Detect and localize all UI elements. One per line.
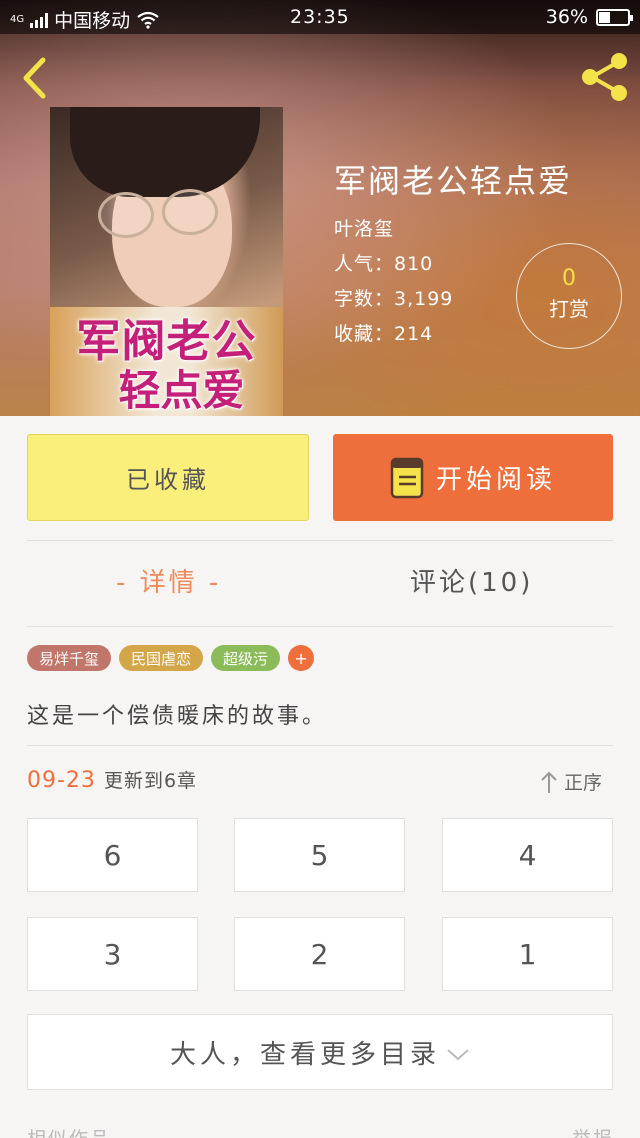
add-tag-button[interactable]: + — [288, 645, 315, 671]
clock: 23:35 — [290, 6, 350, 28]
share-button[interactable] — [578, 52, 630, 102]
tip-label: 打赏 — [549, 297, 589, 321]
tag-1[interactable]: 民国虐恋 — [119, 645, 204, 671]
divider — [27, 745, 613, 746]
tab-comments[interactable]: 评论(10) — [410, 562, 533, 599]
book-author[interactable]: 叶洛玺 — [334, 214, 572, 249]
sort-toggle[interactable]: 正序 — [540, 768, 602, 795]
divider — [27, 626, 613, 627]
update-info: 09-23 更新到6章 — [27, 766, 197, 793]
wifi-icon — [137, 11, 159, 29]
sort-label: 正序 — [564, 772, 603, 794]
share-icon — [582, 53, 627, 101]
report-link[interactable]: 举报 — [572, 1124, 614, 1138]
battery-percent: 36% — [545, 6, 588, 28]
start-reading-button[interactable]: 开始阅读 — [333, 434, 613, 521]
chapter-button[interactable]: 4 — [442, 818, 613, 892]
tab-details[interactable]: - 详情 - — [116, 562, 221, 599]
chevron-left-icon — [23, 57, 46, 99]
more-chapters-label: 大人，查看更多目录 — [169, 1039, 440, 1070]
divider — [27, 540, 613, 541]
chapter-button[interactable]: 1 — [442, 917, 613, 991]
chapter-button[interactable]: 6 — [27, 818, 198, 892]
arrow-up-icon — [541, 771, 557, 793]
start-reading-label: 开始阅读 — [435, 465, 556, 495]
more-chapters-button[interactable]: 大人，查看更多目录 — [27, 1014, 613, 1090]
collect-label: 已收藏 — [126, 466, 210, 494]
book-header: 4G 中国移动 23:35 36% 军阀老公 轻点爱 军阀老公轻点爱 叶洛玺 人… — [0, 0, 640, 416]
tag-0[interactable]: 易烊千玺 — [27, 645, 112, 671]
book-title: 军阀老公轻点爱 — [334, 162, 573, 200]
book-cover[interactable]: 军阀老公 轻点爱 — [50, 107, 283, 416]
similar-works-heading: 相似作品 — [27, 1124, 111, 1138]
tag-list: 易烊千玺 民国虐恋 超级污 + — [27, 645, 315, 671]
status-bar: 4G 中国移动 23:35 36% — [0, 0, 640, 34]
carrier-name: 中国移动 — [54, 10, 131, 32]
battery-icon — [596, 8, 633, 26]
chapter-button[interactable]: 3 — [27, 917, 198, 991]
tip-count: 0 — [562, 266, 576, 291]
tag-2[interactable]: 超级污 — [211, 645, 281, 671]
book-icon — [390, 457, 424, 498]
cover-title-line2: 轻点爱 — [118, 366, 245, 415]
collect-button[interactable]: 已收藏 — [27, 434, 309, 521]
update-text: 更新到6章 — [103, 770, 198, 792]
book-description: 这是一个偿债暖床的故事。 — [27, 704, 328, 729]
back-button[interactable] — [14, 56, 54, 100]
update-date: 09-23 — [27, 768, 96, 793]
signal-icon — [30, 12, 49, 28]
tip-button[interactable]: 0 打赏 — [516, 243, 622, 349]
chapter-button[interactable]: 5 — [234, 818, 405, 892]
chapter-button[interactable]: 2 — [234, 917, 405, 991]
chevron-down-icon — [447, 1049, 469, 1061]
network-type: 4G — [10, 14, 25, 25]
